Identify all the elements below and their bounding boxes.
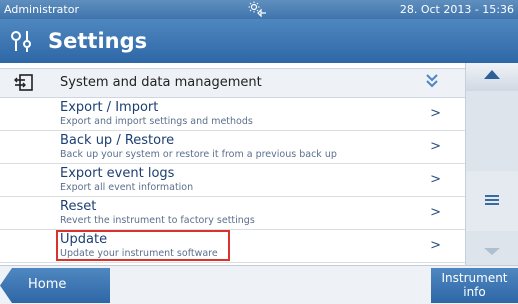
scroll-up-button[interactable]: [466, 63, 518, 91]
item-description: Revert the instrument to factory setting…: [60, 215, 255, 226]
system-data-icon: [14, 74, 34, 92]
title-bar: Settings: [0, 19, 518, 63]
page-title: Settings: [48, 29, 148, 53]
triangle-up-icon: [484, 70, 500, 79]
list-item-reset[interactable]: Reset Revert the instrument to factory s…: [0, 197, 465, 230]
instrument-info-button[interactable]: Instrument info: [431, 268, 518, 303]
item-description: Export all event information: [60, 182, 194, 193]
item-description: Back up your system or restore it from a…: [60, 149, 337, 160]
settings-sliders-icon: [9, 28, 35, 54]
item-title: Export / Import: [60, 100, 159, 115]
current-user: Administrator: [4, 3, 79, 16]
chevron-right-icon: >: [430, 172, 441, 187]
item-title: Export event logs: [60, 166, 175, 181]
chevron-right-icon: >: [430, 106, 441, 121]
list-item-backup-restore[interactable]: Back up / Restore Back up your system or…: [0, 131, 465, 164]
item-description: Update your instrument software: [60, 248, 218, 259]
date-time: 28. Oct 2013 - 15:36: [399, 3, 514, 16]
bottom-bar: Home Instrument info: [0, 265, 518, 304]
home-button-label: Home: [28, 277, 67, 292]
grip-lines-icon: [485, 195, 499, 197]
item-title: Update: [60, 232, 108, 247]
scroll-thumb[interactable]: [466, 171, 518, 231]
item-title: Back up / Restore: [60, 133, 175, 148]
settings-list: System and data management Export / Impo…: [0, 63, 465, 265]
instrument-info-label: Instrument info: [441, 271, 508, 299]
sun-wave-icon: [247, 0, 269, 19]
chevron-right-icon: >: [430, 139, 441, 154]
scrollbar[interactable]: [465, 63, 518, 265]
status-bar: Administrator 28. Oct 2013 - 15:36: [0, 0, 518, 19]
item-description: Export and import settings and methods: [60, 116, 253, 127]
home-button[interactable]: Home: [0, 268, 110, 303]
double-chevron-down-icon[interactable]: [425, 73, 439, 93]
list-item-update[interactable]: Update Update your instrument software >: [0, 230, 465, 263]
scroll-down-button[interactable]: [466, 237, 518, 265]
chevron-right-icon: >: [430, 238, 441, 253]
list-item-export-event-logs[interactable]: Export event logs Export all event infor…: [0, 164, 465, 197]
chevron-right-icon: >: [430, 205, 441, 220]
triangle-down-icon: [484, 248, 500, 255]
section-system-data-management[interactable]: System and data management: [0, 68, 465, 98]
list-item-export-import[interactable]: Export / Import Export and import settin…: [0, 98, 465, 131]
item-title: Reset: [60, 199, 97, 214]
section-label: System and data management: [60, 75, 262, 90]
